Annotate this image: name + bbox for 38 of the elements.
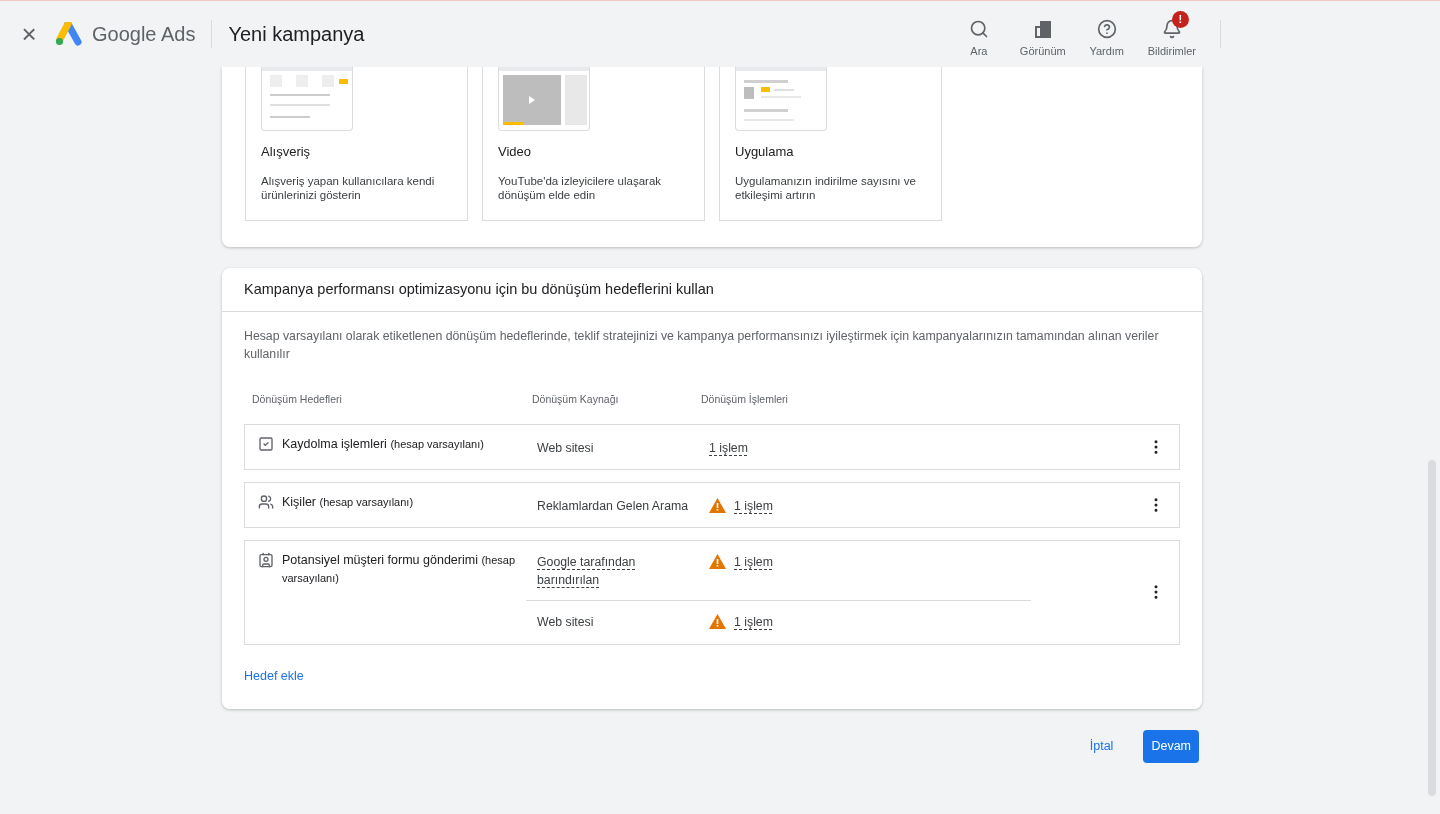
conversion-source: Reklamlardan Gelen Arama — [537, 497, 690, 515]
goal-name: Potansiyel müşteri formu gönderimi (hesap varsayılanı) — [282, 551, 517, 586]
campaign-type-option[interactable]: Uygulama Uygulamanızın indirilme sayısını ve etkileşimi artırın — [719, 67, 942, 221]
logo-icon — [54, 22, 82, 46]
toolbar-button[interactable]: Ara — [947, 8, 1010, 60]
goal-name: Kişiler (hesap varsayılanı) — [282, 493, 414, 511]
logo-text: Google Ads — [92, 22, 196, 47]
toolbar-button[interactable]: Görünüm — [1009, 8, 1076, 60]
bar-chart-icon — [1032, 18, 1053, 39]
conversion-actions-link[interactable]: 1 işlem — [709, 438, 748, 458]
column-header: Dönüşüm Kaynağı — [532, 392, 620, 407]
conversion-source: Web sitesi — [537, 439, 595, 457]
goal-icon — [258, 435, 274, 452]
campaign-type-option[interactable]: Video YouTube'da izleyicilere ulaşarak dönüşüm elde edin — [482, 67, 705, 221]
conversion-source[interactable]: Google tarafından barındırılan — [537, 552, 697, 589]
notification-badge: ! — [1171, 10, 1189, 28]
column-header: Dönüşüm Hedefleri — [252, 392, 343, 407]
continue-button[interactable]: Devam — [1143, 729, 1199, 763]
goal-icon — [258, 493, 274, 510]
conversion-actions-link[interactable]: 1 işlem — [734, 552, 773, 572]
goal-icon — [258, 551, 274, 568]
card-description: Hesap varsayılanı olarak etiketlenen dönüşüm hedeflerinde, teklif stratejinizi ve kampanya performansınızı iyileştirmek için kampanyalarınızın tamamından alınan veriler kullanılır — [244, 328, 1160, 363]
card-title: Kampanya performansı optimizasyonu için bu dönüşüm hedeflerini kullan — [244, 279, 714, 299]
help-icon — [1096, 18, 1117, 39]
window-title: Yeni kampanya — [228, 22, 365, 47]
close-button[interactable]: × — [18, 21, 40, 47]
conversion-actions-link[interactable]: 1 işlem — [734, 496, 773, 516]
conversion-source: Web sitesi — [537, 613, 595, 631]
column-header: Dönüşüm İşlemleri — [701, 392, 788, 407]
add-goal-link[interactable]: Hedef ekle — [244, 666, 304, 686]
cancel-button[interactable]: İptal — [1081, 728, 1122, 764]
conversion-actions-link[interactable]: 1 işlem — [734, 612, 773, 632]
campaign-type-option[interactable]: Alışveriş Alışveriş yapan kullanıcılara kendi ürünlerinizi gösterin — [245, 67, 468, 221]
search-icon — [968, 18, 989, 39]
goal-name: Kaydolma işlemleri (hesap varsayılanı) — [282, 435, 484, 453]
notifications-icon — [1161, 18, 1182, 39]
toolbar-button[interactable]: Yardım — [1075, 8, 1138, 60]
toolbar-button[interactable]: Bildirimler ! — [1137, 8, 1206, 60]
